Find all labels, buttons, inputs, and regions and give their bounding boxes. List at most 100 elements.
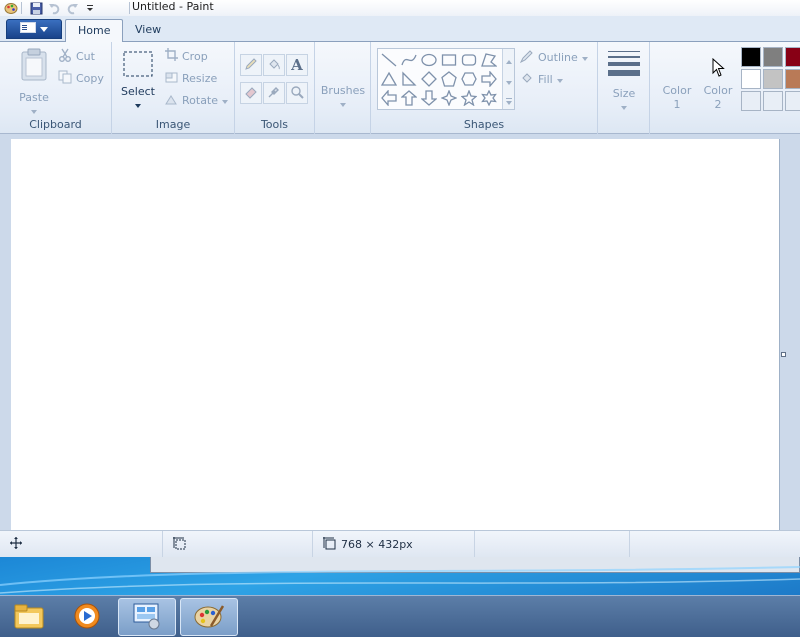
tab-home[interactable]: Home [65, 19, 124, 43]
palette-swatch[interactable] [763, 47, 783, 67]
oval-shape[interactable] [420, 51, 438, 69]
taskbar-paint[interactable] [180, 598, 238, 636]
right-triangle-shape[interactable] [400, 70, 418, 88]
taskbar-media-player[interactable] [58, 598, 116, 636]
redo-icon[interactable] [65, 2, 79, 15]
outline-button[interactable]: Outline [519, 47, 588, 67]
desktop-background [0, 557, 800, 595]
taskbar-remote-desktop[interactable] [118, 598, 176, 636]
left-arrow-shape[interactable] [380, 89, 398, 107]
select-button[interactable]: Select [118, 50, 158, 111]
canvas-size-icon [323, 536, 336, 553]
diamond-shape[interactable] [420, 70, 438, 88]
magnifier-tool[interactable] [286, 82, 308, 104]
taskbar-file-explorer[interactable] [0, 598, 58, 636]
drawing-canvas[interactable] [11, 139, 780, 530]
cut-button[interactable]: Cut [58, 46, 95, 66]
title-separator [129, 2, 130, 14]
up-arrow-shape[interactable] [400, 89, 418, 107]
fill-tool[interactable] [263, 54, 285, 76]
right-arrow-shape[interactable] [480, 70, 498, 88]
color1-button[interactable]: Color 1 [657, 84, 697, 112]
file-menu-icon [20, 22, 36, 36]
palette-swatch[interactable] [741, 69, 761, 89]
status-empty-cell [475, 531, 630, 558]
rotate-button[interactable]: Rotate [165, 90, 229, 110]
image-group-label: Image [155, 118, 191, 131]
fill-button[interactable]: Fill [520, 69, 563, 89]
triangle-shape[interactable] [380, 70, 398, 88]
tools-group: A Tools [235, 42, 315, 134]
rotate-label: Rotate [182, 93, 219, 107]
canvas-size-cell: 768 × 432px [313, 531, 475, 558]
resize-icon [165, 70, 178, 86]
outline-label: Outline [538, 50, 578, 64]
palette-swatch[interactable] [741, 91, 761, 111]
fill-dropdown-icon [556, 73, 563, 86]
window-title: Untitled - Paint [132, 0, 214, 13]
paste-label: Paste [19, 91, 49, 104]
tab-view[interactable]: View [123, 19, 173, 43]
hexagon-shape[interactable] [460, 70, 478, 88]
size-button[interactable]: Size [604, 50, 644, 113]
file-menu-button[interactable] [6, 19, 62, 39]
shapes-group-label: Shapes [463, 118, 505, 131]
pentagon-shape[interactable] [440, 70, 458, 88]
five-point-star-shape[interactable] [460, 89, 478, 107]
scissors-icon [58, 48, 72, 65]
palette-swatch[interactable] [763, 91, 783, 111]
save-icon[interactable] [29, 2, 43, 15]
text-tool[interactable]: A [286, 54, 308, 76]
magnifier-icon [290, 85, 304, 102]
paint-app-icon[interactable] [4, 2, 18, 15]
brushes-group: Brushes [315, 42, 371, 134]
customize-qat-icon[interactable] [83, 2, 97, 15]
tools-group-label: Tools [260, 118, 289, 131]
palette-swatch[interactable] [785, 91, 800, 111]
canvas-resize-handle[interactable] [781, 352, 786, 357]
selection-size-icon [173, 536, 186, 553]
scroll-down-icon[interactable] [506, 75, 512, 88]
pencil-tool[interactable] [240, 54, 262, 76]
six-point-star-shape[interactable] [480, 89, 498, 107]
undo-icon[interactable] [47, 2, 61, 15]
select-label: Select [121, 85, 155, 98]
crop-button[interactable]: Crop [165, 46, 208, 66]
polygon-shape[interactable] [480, 51, 498, 69]
cursor-position-cell [0, 531, 163, 558]
four-point-star-shape[interactable] [440, 89, 458, 107]
color1-label-line2: 1 [673, 98, 681, 111]
eraser-tool[interactable] [240, 82, 262, 104]
line-shape[interactable] [380, 51, 398, 69]
palette-swatch[interactable] [741, 47, 761, 67]
palette-swatch[interactable] [785, 69, 800, 89]
down-arrow-shape[interactable] [420, 89, 438, 107]
rounded-rectangle-shape[interactable] [460, 51, 478, 69]
eraser-icon [244, 85, 258, 102]
pencil-icon [244, 57, 258, 74]
brushes-label: Brushes [320, 84, 366, 97]
selection-size-cell [163, 531, 313, 558]
palette-swatch[interactable] [763, 69, 783, 89]
brushes-button[interactable]: Brushes [321, 84, 365, 110]
palette-swatch[interactable] [785, 47, 800, 67]
scroll-up-icon[interactable] [506, 54, 512, 67]
shapes-scrollbar[interactable] [502, 49, 514, 109]
paste-button[interactable]: Paste [12, 48, 56, 117]
paste-dropdown-icon [31, 104, 37, 117]
expand-gallery-icon[interactable] [506, 95, 512, 108]
copy-button[interactable]: Copy [58, 68, 104, 88]
color-picker-tool[interactable] [263, 82, 285, 104]
brushes-dropdown-icon [340, 97, 346, 110]
curve-shape[interactable] [400, 51, 418, 69]
color2-button[interactable]: Color 2 [698, 84, 738, 112]
rotate-dropdown-icon [222, 94, 229, 107]
copy-label: Copy [76, 71, 104, 85]
size-label: Size [612, 87, 636, 100]
rectangle-shape[interactable] [440, 51, 458, 69]
eyedropper-icon [267, 85, 281, 102]
resize-label: Resize [182, 71, 218, 85]
resize-button[interactable]: Resize [165, 68, 217, 88]
color1-label-line1: Color [662, 84, 692, 97]
remote-desktop-icon [132, 602, 162, 633]
